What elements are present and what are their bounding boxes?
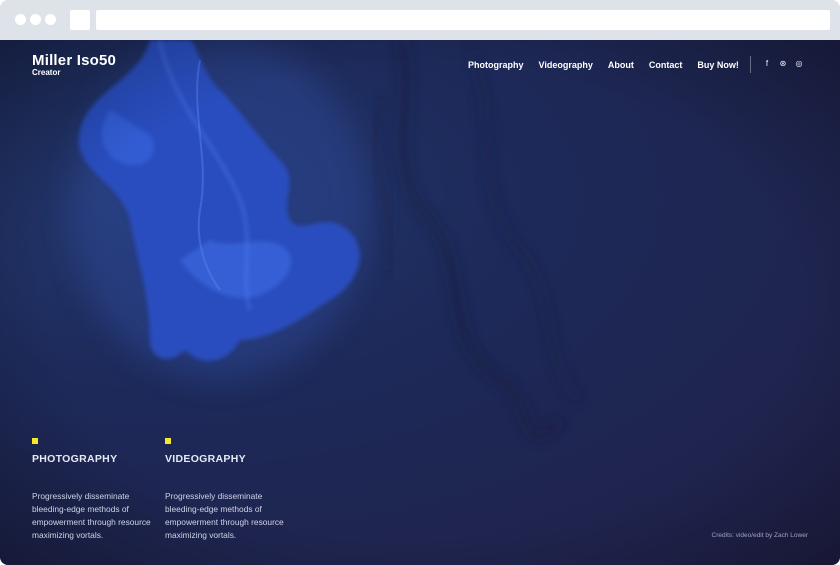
nav-item-videography[interactable]: Videography <box>539 60 593 70</box>
address-bar[interactable] <box>96 10 830 30</box>
brand-subtitle: Creator <box>32 68 61 77</box>
nav-item-contact[interactable]: Contact <box>649 60 683 70</box>
facebook-icon[interactable]: f <box>762 59 772 69</box>
browser-chrome <box>0 0 840 40</box>
video-credits: Credits: video/edit by Zach Lower <box>711 532 808 539</box>
feature-marker <box>165 438 171 444</box>
nav-item-buy-now[interactable]: Buy Now! <box>697 60 739 70</box>
feature-title[interactable]: PHOTOGRAPHY <box>32 453 152 465</box>
browser-window: Miller Iso50 Creator Photography Videogr… <box>0 0 840 565</box>
feature-description: Progressively disseminate bleeding-edge … <box>32 491 151 540</box>
feature-photography: PHOTOGRAPHY Progressively disseminate bl… <box>32 438 152 542</box>
window-dot-2 <box>30 14 41 25</box>
nav-item-photography[interactable]: Photography <box>468 60 524 70</box>
nav-divider <box>750 56 751 73</box>
feature-videography: VIDEOGRAPHY Progressively disseminate bl… <box>165 438 285 542</box>
nav-item-about[interactable]: About <box>608 60 634 70</box>
brand-logo[interactable]: Miller Iso50 Creator <box>32 53 116 77</box>
feature-title[interactable]: VIDEOGRAPHY <box>165 453 285 465</box>
dribbble-icon[interactable]: ⊛ <box>778 59 788 69</box>
window-dot-1 <box>15 14 26 25</box>
hero-section: Miller Iso50 Creator Photography Videogr… <box>0 40 840 565</box>
window-dot-3 <box>45 14 56 25</box>
main-nav: Photography Videography About Contact Bu… <box>468 59 754 71</box>
browser-tab[interactable] <box>70 10 90 30</box>
feature-description: Progressively disseminate bleeding-edge … <box>165 491 284 540</box>
brand-name: Miller Iso50 <box>32 52 117 69</box>
instagram-icon[interactable]: ◎ <box>794 59 804 69</box>
feature-marker <box>32 438 38 444</box>
